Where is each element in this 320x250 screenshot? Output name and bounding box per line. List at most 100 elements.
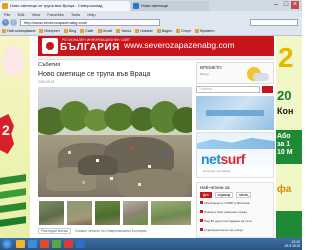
- browser-tab-active[interactable]: Новo сметище се трупа във Враца - Северо…: [0, 1, 130, 11]
- thumbnail-image[interactable]: [38, 200, 65, 226]
- window-controls: – □ ×: [272, 1, 300, 10]
- app-icon[interactable]: [64, 240, 73, 248]
- page-icon: [97, 28, 102, 33]
- ad-stripe: [0, 202, 26, 213]
- media-icon[interactable]: [40, 240, 49, 248]
- most-read-item[interactable]: Стартира ремонт на улица: [200, 228, 272, 232]
- site-nav-strip: [38, 56, 274, 60]
- favorite-link[interactable]: Yahoo: [115, 27, 131, 36]
- favorite-link[interactable]: Видео: [156, 27, 172, 36]
- most-read-item[interactable]: Над 50 души пострадаха на пътя: [200, 219, 272, 223]
- menu-view[interactable]: View: [32, 12, 41, 17]
- weather-city: Враца: [200, 72, 209, 76]
- ad-stripe: [0, 216, 26, 227]
- minimize-icon[interactable]: –: [272, 1, 280, 9]
- ad-green-box: Або за 1 10 М: [276, 130, 302, 164]
- bullet-icon: [200, 219, 203, 222]
- browser-search-input[interactable]: [250, 19, 298, 26]
- most-read-title: Най-четени за:: [200, 185, 231, 190]
- screen: Новo сметище се трупа във Враца - Северо…: [0, 0, 302, 250]
- page-icon: [115, 28, 120, 33]
- favorite-link[interactable]: Спорт: [176, 27, 191, 36]
- ad-stripe: [0, 188, 26, 199]
- section-label[interactable]: Събития: [38, 62, 60, 68]
- tab-bar: Новo сметище се трупа във Враца - Северо…: [0, 0, 302, 11]
- page-icon: [64, 28, 69, 33]
- web-page: 2 РЕГИОНАЛЕН ИНФОРМАЦИОНЕН САЙТ БЪЛГАРИЯ…: [0, 36, 302, 238]
- menu-help[interactable]: Help: [87, 12, 95, 17]
- article-main-photo[interactable]: [38, 87, 192, 197]
- weather-widget[interactable]: ВРЕМЕТО Враца: [196, 62, 274, 84]
- ad-stripe: [0, 174, 26, 185]
- thumbnail-image[interactable]: [66, 200, 93, 226]
- weather-title: ВРЕМЕТО: [200, 65, 222, 70]
- ad-big-number: 2: [278, 42, 294, 73]
- site-search: Търсене: [196, 86, 274, 94]
- favicon-icon: [133, 3, 139, 9]
- address-input[interactable]: http://www.severozapazenabg.com/: [20, 19, 160, 26]
- view-all-button[interactable]: Разгледай всички: [38, 228, 71, 234]
- forward-arrow-icon[interactable]: ›: [10, 19, 17, 26]
- netsurf-logo: netsurf: [201, 151, 245, 167]
- article-main: Събития Ново сметище се трупа във Враца …: [38, 62, 192, 238]
- most-read-widget: Най-четени за: Ден седмица месец Огнебор…: [196, 182, 274, 238]
- most-read-item[interactable]: Огнеборци от ОСВП в Монтана: [200, 201, 272, 205]
- netsurf-advert[interactable]: netsurf интернет доставчик: [196, 132, 275, 178]
- bullet-icon: [200, 210, 203, 213]
- thumbnail-image[interactable]: [94, 200, 121, 226]
- wave-graphic: [197, 137, 275, 149]
- most-read-item[interactable]: Пожар в Лом унищожи сграда: [200, 210, 272, 214]
- favicon-icon: [2, 3, 8, 9]
- browser-chrome: Новo сметище се трупа във Враца - Северо…: [0, 0, 302, 36]
- right-side-advert[interactable]: 2 20 Кон Або за 1 10 М фа: [276, 36, 302, 238]
- tab-label: Новo сметище се трупа във Враца - Северо…: [10, 3, 103, 8]
- system-tray-clock[interactable]: 13:42 18.9.2015: [284, 240, 300, 248]
- menu-tools[interactable]: Tools: [71, 12, 80, 17]
- favorite-link[interactable]: Новини: [135, 27, 153, 36]
- app-icon[interactable]: [52, 240, 61, 248]
- maximize-icon[interactable]: □: [282, 1, 290, 9]
- favorite-link[interactable]: Сайт: [80, 27, 94, 36]
- bullet-icon: [200, 201, 203, 204]
- thumbnail-image[interactable]: [122, 200, 149, 226]
- article-headline: Ново сметище се трупа във Враца: [38, 71, 151, 78]
- favorite-link[interactable]: Bing: [64, 27, 76, 36]
- photo-thumbnails: [38, 200, 192, 226]
- menu-favorites[interactable]: Favorites: [47, 12, 63, 17]
- cloud-icon: [253, 73, 269, 81]
- logo-mark-icon: [42, 38, 58, 54]
- favorite-link[interactable]: Най-посещавани: [2, 27, 35, 36]
- tab-month[interactable]: месец: [236, 192, 252, 198]
- browser-icon[interactable]: [28, 240, 37, 248]
- close-icon[interactable]: ×: [291, 1, 299, 9]
- thumbnail-image[interactable]: [150, 200, 192, 226]
- folder-icon[interactable]: [16, 240, 25, 248]
- address-bar-row: ‹ › http://www.severozapazenabg.com/: [0, 18, 302, 27]
- tab-week[interactable]: седмица: [214, 192, 234, 198]
- start-button-icon[interactable]: [2, 239, 12, 249]
- tab-day[interactable]: Ден: [200, 192, 212, 198]
- site-search-input[interactable]: Търсене: [196, 86, 260, 93]
- favorite-link[interactable]: Gmail: [97, 27, 112, 36]
- page-icon: [135, 28, 140, 33]
- right-sidebar: ВРЕМЕТО Враца Търсене netsurf интернет д…: [196, 62, 275, 238]
- page-icon: [156, 28, 161, 33]
- menu-edit[interactable]: Edit: [18, 12, 25, 17]
- favorite-link[interactable]: Времето: [195, 27, 215, 36]
- netsurf-tagline: интернет доставчик: [203, 169, 231, 173]
- app-icon[interactable]: [76, 240, 85, 248]
- browser-tab[interactable]: Новa сметище: [131, 1, 209, 11]
- back-arrow-icon[interactable]: ‹: [2, 19, 9, 26]
- ad-keyword: Кон: [277, 106, 294, 116]
- caption-text: Снимки: читател на Северозапазена Българ…: [74, 229, 147, 233]
- menu-file[interactable]: File: [4, 12, 10, 17]
- page-icon: [176, 28, 181, 33]
- favorites-bar: Най-посещавани Интернет Bing Сайт Gmail …: [0, 27, 302, 36]
- page-icon: [39, 28, 44, 33]
- favorite-link[interactable]: Интернет: [39, 27, 60, 36]
- page-icon: [80, 28, 85, 33]
- left-side-advert[interactable]: 2: [0, 36, 30, 238]
- sidebar-advert[interactable]: [196, 96, 274, 130]
- search-button[interactable]: [262, 86, 273, 93]
- site-logo[interactable]: РЕГИОНАЛЕН ИНФОРМАЦИОНЕН САЙТ БЪЛГАРИЯ: [42, 38, 130, 54]
